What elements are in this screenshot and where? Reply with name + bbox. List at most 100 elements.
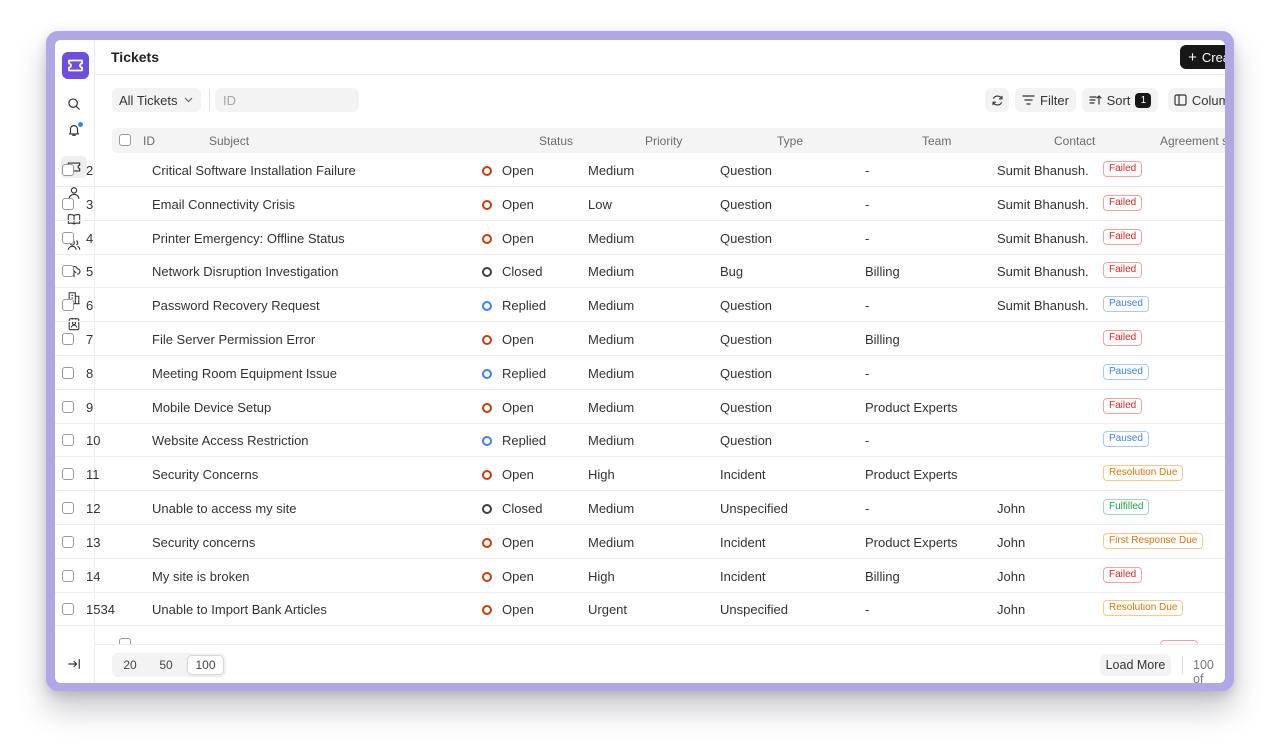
ticket-team: Billing (865, 264, 900, 280)
search-icon[interactable] (66, 96, 82, 112)
columns-button[interactable]: Columns (1168, 88, 1225, 112)
ticket-subject: Network Disruption Investigation (152, 264, 339, 280)
sort-button[interactable]: Sort 1 (1082, 88, 1158, 112)
ticket-priority: Medium (588, 399, 635, 415)
table-row[interactable]: 2 Critical Software Installation Failure M… (55, 153, 1225, 187)
app-logo[interactable] (62, 52, 89, 79)
ticket-subject: Critical Software Installation Failure (152, 163, 356, 178)
ticket-id: 10 (86, 433, 101, 449)
table-row[interactable]: 1534 Unable to Import Bank Articles Urgent… (55, 592, 1225, 627)
agreement-status-badge: First Response Due (1103, 532, 1204, 549)
ticket-priority: Medium (588, 298, 635, 314)
ticket-priority: Urgent (588, 602, 628, 618)
row-checkbox[interactable] (62, 603, 74, 616)
column-header-agreement-status[interactable]: Agreement status (1160, 134, 1225, 148)
row-checkbox[interactable] (62, 366, 74, 379)
agreement-status-badge: Resolution Due (1103, 600, 1184, 617)
table-row[interactable]: 14 My site is broken High Incident Billing Jo… (55, 559, 1225, 593)
ticket-id: 14 (86, 568, 101, 584)
table-row[interactable]: 3 Email Connectivity Crisis Low Question - Su… (55, 187, 1225, 221)
table-row[interactable]: 9 Mobile Device Setup Medium Question Produc… (55, 390, 1225, 424)
row-checkbox[interactable] (62, 164, 74, 176)
table-row-partial[interactable] (112, 627, 1225, 644)
ticket-status: Replied (502, 365, 547, 381)
column-header-status[interactable]: Status (539, 134, 573, 148)
row-checkbox[interactable] (62, 434, 74, 447)
ticket-type: Unspecified (720, 501, 788, 516)
row-checkbox[interactable] (62, 502, 74, 514)
row-checkbox[interactable] (62, 197, 74, 210)
ticket-status: Open (502, 534, 534, 550)
agreement-status-badge: Failed (1103, 566, 1143, 583)
row-checkbox[interactable] (62, 468, 74, 481)
table-row[interactable]: 7 File Server Permission Error Medium Quest… (55, 322, 1225, 356)
column-header-team[interactable]: Team (922, 134, 951, 148)
create-button[interactable]: + Create (1180, 45, 1225, 69)
ticket-id: 9 (86, 399, 94, 415)
row-checkbox[interactable] (62, 569, 74, 582)
refresh-button[interactable] (985, 88, 1009, 112)
table-row[interactable]: 12 Unable to access my site Medium Unspecif… (55, 491, 1225, 525)
column-header-priority[interactable]: Priority (645, 134, 682, 148)
ticket-contact: John (997, 534, 1026, 550)
plus-icon: + (1188, 48, 1197, 66)
ticket-status: Open (502, 568, 534, 584)
table-row[interactable]: 8 Meeting Room Equipment Issue Medium Quest… (55, 356, 1225, 390)
table-row[interactable]: 13 Security concerns Medium Incident Product… (55, 525, 1225, 559)
ticket-team: Billing (865, 568, 900, 584)
row-checkbox[interactable] (62, 265, 74, 278)
page-size-100[interactable]: 100 (187, 655, 224, 675)
status-replied-icon (482, 436, 492, 447)
ticket-id: 3 (86, 196, 94, 212)
row-checkbox[interactable] (62, 299, 74, 312)
column-header-subject[interactable]: Subject (209, 134, 249, 148)
table-row[interactable]: 6 Password Recovery Request Medium Question… (55, 288, 1225, 323)
ticket-subject: File Server Permission Error (152, 332, 316, 347)
columns-button-label: Columns (1191, 92, 1225, 108)
status-open-icon (482, 335, 492, 345)
ticket-team: - (865, 230, 870, 246)
ticket-subject: Security concerns (152, 534, 256, 550)
column-header-contact[interactable]: Contact (1054, 134, 1095, 148)
column-header-id[interactable]: ID (143, 134, 155, 148)
table-body: 2 Critical Software Installation Failure M… (55, 153, 1225, 644)
status-replied-icon (482, 368, 492, 379)
ticket-team: Billing (865, 332, 900, 347)
status-open-icon (482, 571, 492, 582)
ticket-type: Question (720, 399, 773, 415)
ticket-status: Open (502, 196, 534, 212)
ticket-team: - (865, 433, 870, 449)
row-checkbox[interactable] (62, 535, 74, 548)
row-checkbox[interactable] (62, 333, 74, 345)
ticket-priority: Medium (588, 501, 635, 516)
select-all-checkbox[interactable] (119, 134, 131, 146)
ticket-team: Product Experts (865, 467, 958, 483)
collapse-sidebar-icon[interactable] (66, 656, 82, 672)
status-open-icon (482, 537, 492, 548)
view-select[interactable]: All Tickets (112, 88, 201, 112)
table-row[interactable]: 4 Printer Emergency: Offline Status Medium… (55, 221, 1225, 255)
row-checkbox[interactable] (62, 400, 74, 413)
ticket-status: Closed (502, 264, 543, 280)
ticket-contact: John (997, 501, 1026, 516)
table-row[interactable]: 10 Website Access Restriction Medium Questi… (55, 423, 1225, 458)
ticket-id: 2 (86, 163, 94, 178)
load-more-button[interactable]: Load More (1100, 654, 1171, 676)
ticket-logo-icon (68, 59, 83, 72)
ticket-status: Replied (502, 298, 547, 314)
ticket-priority: Low (588, 196, 612, 212)
filter-button[interactable]: Filter (1015, 88, 1076, 112)
row-checkbox[interactable] (62, 231, 74, 244)
filter-icon (1022, 95, 1035, 105)
ticket-contact: Sumit Bhanush... (997, 196, 1089, 212)
notification-dot (78, 122, 83, 127)
table-row[interactable]: 5 Network Disruption Investigation Medium B… (55, 254, 1225, 289)
page-size-20[interactable]: 20 (115, 655, 145, 675)
table-row[interactable]: 11 Security Concerns High Incident Product E… (55, 457, 1225, 492)
agreement-status-badge: Failed (1103, 228, 1143, 245)
ticket-type: Incident (720, 534, 766, 550)
page-size-50[interactable]: 50 (151, 655, 181, 675)
id-search-input[interactable] (215, 88, 359, 112)
column-header-type[interactable]: Type (777, 134, 803, 148)
ticket-priority: Medium (588, 534, 635, 550)
